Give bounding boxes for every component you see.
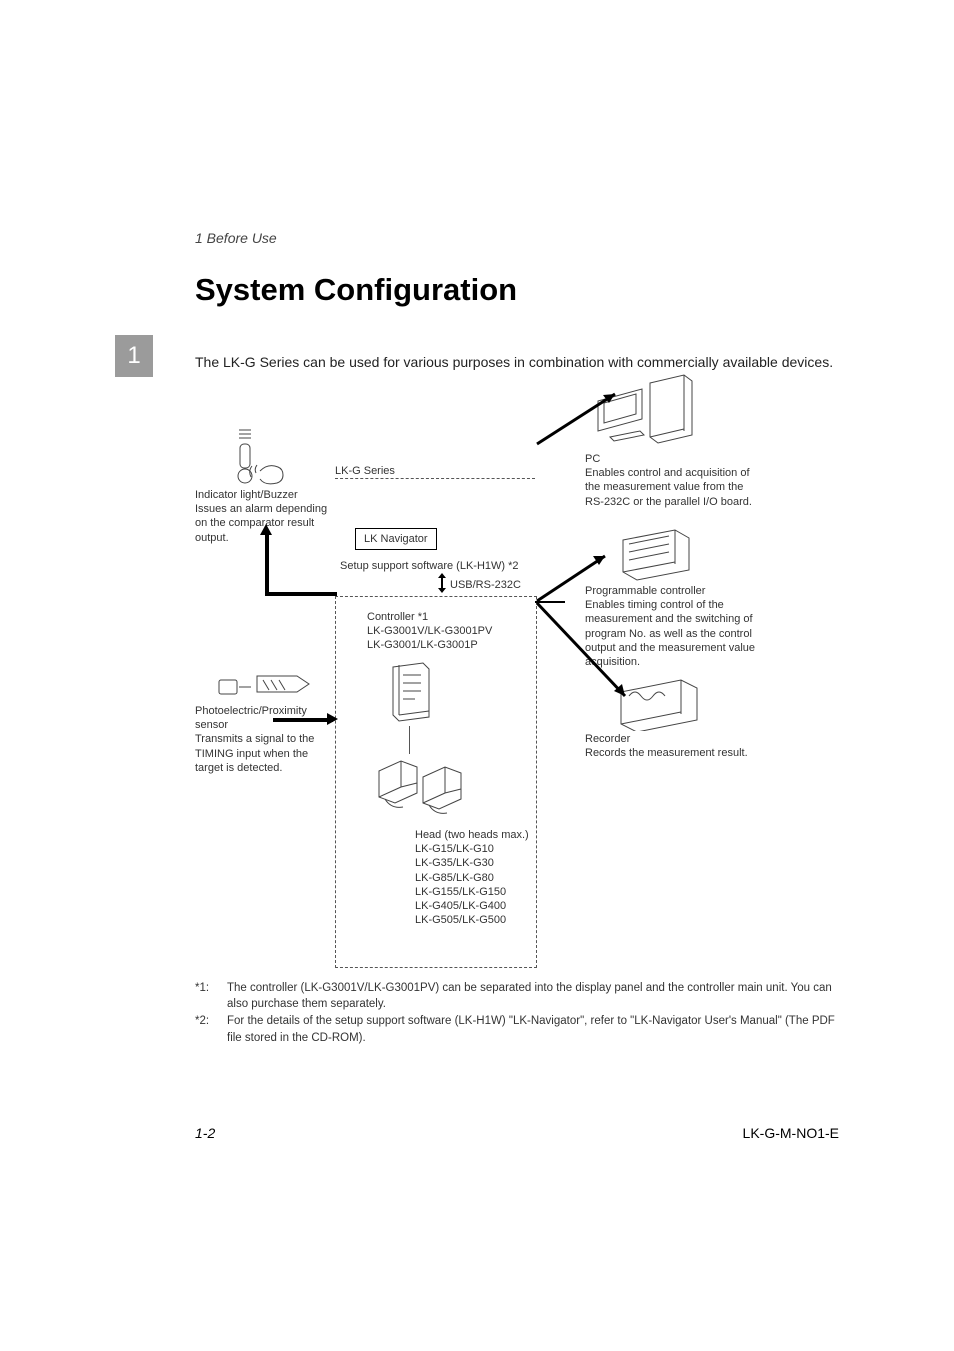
series-label: LK-G Series bbox=[335, 464, 395, 478]
plc-icon bbox=[615, 526, 695, 581]
navigator-box-label: LK Navigator bbox=[355, 528, 437, 550]
recorder-title: Recorder bbox=[585, 733, 630, 745]
controller-label: Controller *1 LK-G3001V/LK-G3001PV LK-G3… bbox=[367, 610, 527, 652]
system-diagram: Indicator light/Buzzer Issues an alarm d… bbox=[195, 386, 835, 966]
indicator-title: Indicator light/Buzzer bbox=[195, 489, 298, 501]
controller-models-1: LK-G3001V/LK-G3001PV bbox=[367, 625, 492, 637]
connector-line bbox=[409, 726, 410, 754]
pc-title: PC bbox=[585, 453, 600, 465]
head-model-4: LK-G405/LK-G400 bbox=[415, 900, 506, 912]
arrow-segment bbox=[265, 592, 337, 596]
arrow-tip bbox=[327, 713, 338, 725]
footnote-key: *1: bbox=[195, 980, 217, 1012]
arrow-to-recorder bbox=[535, 601, 645, 711]
arrow-to-plc bbox=[535, 546, 625, 606]
pc-desc: Enables control and acquisition of the m… bbox=[585, 467, 752, 507]
head-model-3: LK-G155/LK-G150 bbox=[415, 886, 506, 898]
page-number: 1-2 bbox=[195, 1125, 215, 1141]
arrow-to-pc bbox=[535, 386, 655, 446]
footnote-text: For the details of the setup support sof… bbox=[227, 1013, 839, 1045]
controller-title: Controller *1 bbox=[367, 611, 428, 623]
doc-id: LK-G-M-NO1-E bbox=[743, 1125, 839, 1141]
footnotes: *1: The controller (LK-G3001V/LK-G3001PV… bbox=[195, 980, 839, 1045]
head-title: Head (two heads max.) bbox=[415, 829, 529, 841]
intro-text: The LK-G Series can be used for various … bbox=[195, 352, 839, 372]
page: 1 1 Before Use System Configuration The … bbox=[0, 0, 954, 1351]
usb-label: USB/RS-232C bbox=[450, 578, 521, 592]
page-footer: 1-2 LK-G-M-NO1-E bbox=[195, 1125, 839, 1141]
arrow-from-sensor bbox=[273, 718, 333, 722]
sensor-icon bbox=[217, 666, 317, 706]
indicator-icon bbox=[230, 416, 290, 486]
setup-sw-label: Setup support software (LK-H1W) *2 bbox=[340, 559, 519, 573]
head-model-1: LK-G35/LK-G30 bbox=[415, 857, 494, 869]
arrow-to-indicator bbox=[265, 534, 269, 594]
head-model-2: LK-G85/LK-G80 bbox=[415, 872, 494, 884]
controller-models-2: LK-G3001/LK-G3001P bbox=[367, 639, 478, 651]
page-title: System Configuration bbox=[195, 272, 839, 308]
footnote-text: The controller (LK-G3001V/LK-G3001PV) ca… bbox=[227, 980, 839, 1012]
pc-label: PC Enables control and acquisition of th… bbox=[585, 452, 765, 508]
breadcrumb: 1 Before Use bbox=[195, 230, 839, 246]
sensor-desc: Transmits a signal to the TIMING input w… bbox=[195, 733, 314, 773]
arrow-tip bbox=[260, 524, 272, 535]
head-model-5: LK-G505/LK-G500 bbox=[415, 914, 506, 926]
recorder-desc: Records the measurement result. bbox=[585, 747, 748, 759]
recorder-label: Recorder Records the measurement result. bbox=[585, 732, 775, 760]
controller-icon bbox=[385, 661, 435, 726]
sensor-label: Photoelectric/Proximity sensor Transmits… bbox=[195, 704, 335, 774]
head-icon bbox=[373, 751, 473, 821]
navigator-box: LK Navigator bbox=[355, 528, 437, 550]
head-label: Head (two heads max.) LK-G15/LK-G10 LK-G… bbox=[415, 828, 555, 927]
footnote-key: *2: bbox=[195, 1013, 217, 1045]
head-model-0: LK-G15/LK-G10 bbox=[415, 843, 494, 855]
chapter-tab: 1 bbox=[115, 335, 153, 377]
usb-arrow-icon bbox=[435, 571, 449, 595]
